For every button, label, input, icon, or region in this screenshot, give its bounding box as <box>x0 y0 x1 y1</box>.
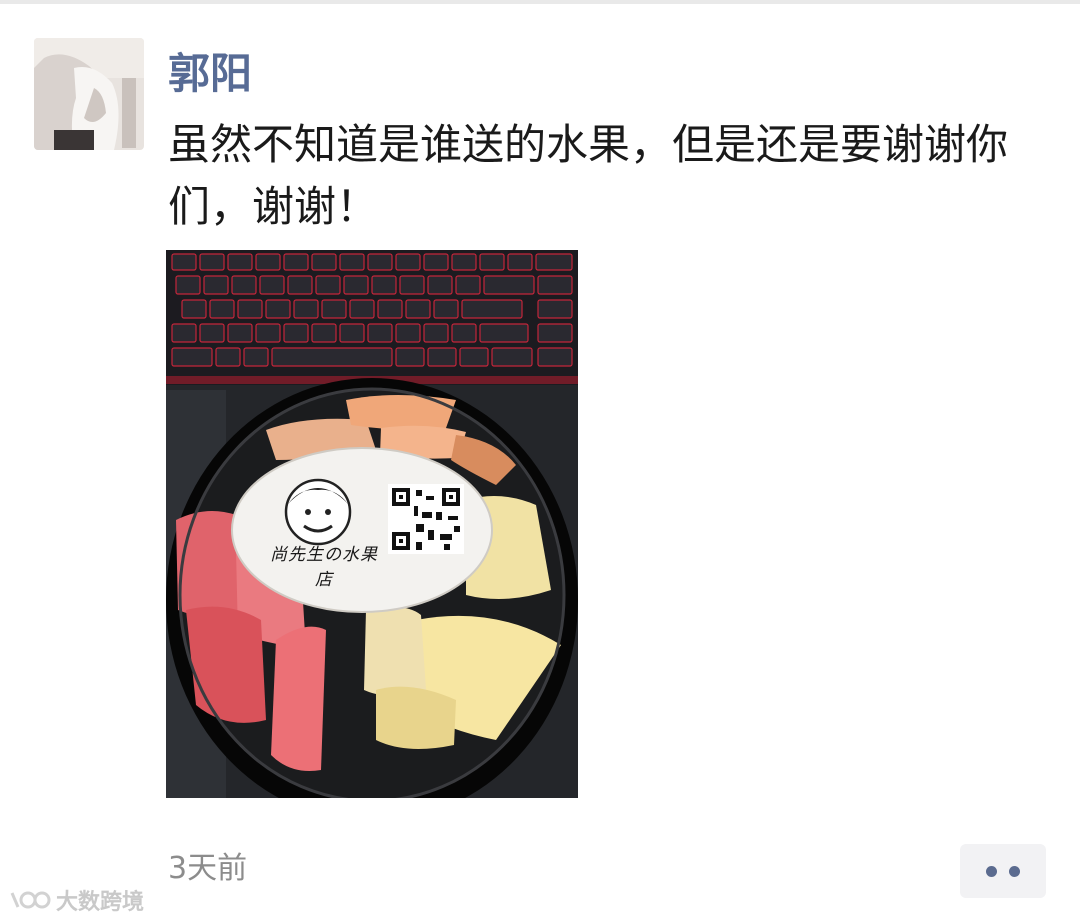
more-dot-icon <box>1009 865 1020 877</box>
more-dot-icon <box>986 865 997 877</box>
sticker-brand-text: 尚先生の水果店 <box>270 545 378 590</box>
watermark-logo-icon <box>10 891 51 909</box>
watermark-text: 大数跨境 <box>56 890 145 915</box>
more-actions-button[interactable] <box>960 844 1046 898</box>
avatar[interactable] <box>34 38 144 150</box>
watermark: 大数跨境 <box>8 882 144 918</box>
keyboard <box>166 250 578 385</box>
author-name[interactable]: 郭阳 <box>168 44 252 104</box>
fruit-photo <box>166 250 578 798</box>
post-time: 3天前 <box>168 851 248 886</box>
moments-post: 郭阳 虽然不知道是谁送的水果，但是还是要谢谢你们，谢谢！ 尚先生の水果店 3天前… <box>0 4 1080 918</box>
post-text: 虽然不知道是谁送的水果，但是还是要谢谢你们，谢谢！ <box>168 120 1009 231</box>
avatar-photo <box>34 38 144 150</box>
post-photo[interactable]: 尚先生の水果店 <box>166 250 578 798</box>
qr-code <box>388 484 464 554</box>
